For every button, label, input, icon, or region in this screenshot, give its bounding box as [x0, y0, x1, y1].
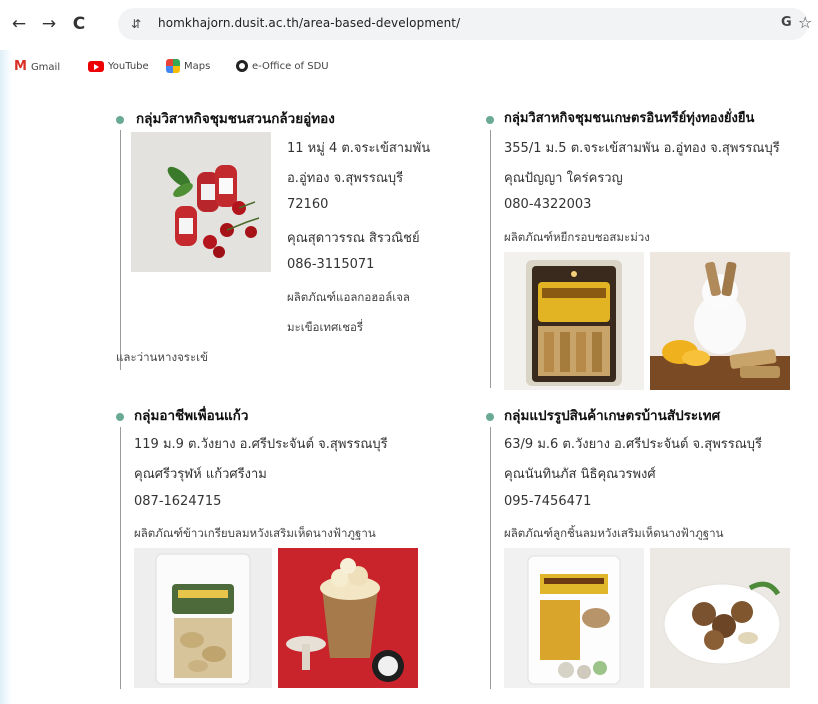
group-phone: 087-1624715 — [134, 494, 222, 509]
site-info-icon[interactable]: ⇵ — [128, 16, 144, 32]
group-contact-name: คุณปัญญา ใคร่ครวญ — [504, 171, 623, 186]
gmail-icon: M — [14, 59, 27, 74]
google-lens-icon[interactable]: G — [781, 15, 792, 30]
bookmark-eoffice[interactable]: e-Office of SDU — [236, 59, 329, 75]
bookmark-label: e-Office of SDU — [252, 61, 329, 72]
group-divider — [490, 130, 491, 388]
group-phone: 080-4322003 — [504, 197, 592, 212]
product-photo-mango-bag — [504, 252, 644, 390]
group-contact-name: คุณศรีวรุฬห์ แก้วศรีงาม — [134, 467, 267, 482]
url-text[interactable]: homkhajorn.dusit.ac.th/area-based-develo… — [158, 16, 460, 30]
group-title: กลุ่มอาชีพเพื่อนแก้ว — [134, 408, 249, 424]
group-product-line: มะเขือเทศเชอรี่ — [287, 320, 364, 334]
bookmarks-bar: M Gmail YouTube Maps e-Office of SDU — [0, 52, 818, 82]
group-address-line: 119 ม.9 ต.วังยาง อ.ศรีประจันต์ จ.สุพรรณบ… — [134, 437, 388, 452]
group-contact-name: คุณสุดาวรรณ สิรวณิชย์ — [287, 231, 420, 246]
group-title: กลุ่มวิสาหกิจชุมชนสวนกล้วยอู่ทอง — [136, 111, 335, 127]
group-contact-name: คุณนันทินภัส นิธิคุณวรพงศ์ — [504, 467, 656, 482]
product-photo-cracker-bag — [134, 548, 272, 688]
bookmark-label: Maps — [184, 61, 211, 72]
bullet-dot — [116, 413, 124, 421]
bookmark-youtube[interactable]: YouTube — [88, 59, 149, 75]
group-phone: 095-7456471 — [504, 494, 592, 509]
group-address-line: 11 หมู่ 4 ต.จระเข้สามพัน — [287, 141, 431, 156]
bullet-dot — [486, 116, 494, 124]
group-product-line: ผลิตภัณฑ์หยีกรอบชอสมะม่วง — [504, 230, 650, 244]
group-divider — [120, 427, 121, 689]
address-bar[interactable]: ⇵ homkhajorn.dusit.ac.th/area-based-deve… — [118, 8, 812, 40]
bullet-dot — [116, 116, 124, 124]
group-phone: 086-3115071 — [287, 257, 375, 272]
bookmark-gmail[interactable]: M Gmail — [14, 59, 60, 75]
product-photo-cracker-mushroom — [278, 548, 418, 688]
bookmark-label: YouTube — [108, 61, 149, 72]
reload-icon[interactable]: C — [68, 13, 90, 35]
youtube-icon — [88, 60, 104, 72]
forward-icon[interactable]: → — [38, 13, 60, 35]
group-address-line: อ.อู่ทอง จ.สุพรรณบุรี — [287, 171, 404, 186]
eoffice-icon — [236, 60, 248, 72]
page-left-glow — [0, 0, 12, 704]
bookmark-maps[interactable]: Maps — [166, 59, 210, 75]
group-postcode: 72160 — [287, 197, 329, 212]
maps-icon — [166, 59, 180, 73]
group-product-line: ผลิตภัณฑ์ข้าวเกรียบลมหวังเสริมเห็ดนางฟ้า… — [134, 526, 376, 540]
group-title: กลุ่มวิสาหกิจชุมชนเกษตรอินทรีย์ทุ่งทองยั… — [504, 111, 755, 126]
product-photo-sanitizer-tomato — [131, 132, 271, 272]
product-photo-mango-snack — [650, 252, 790, 390]
bookmark-star-icon[interactable]: ☆ — [798, 13, 812, 32]
product-photo-meatball-bag — [504, 548, 644, 688]
group-product-line: ผลิตภัณฑ์แอลกอฮอล์เจล — [287, 290, 410, 304]
bookmark-label: Gmail — [30, 62, 61, 73]
product-photo-meatball-plate — [650, 548, 790, 688]
bullet-dot — [486, 413, 494, 421]
group-title: กลุ่มแปรรูปสินค้าเกษตรบ้านสัประเทศ — [504, 408, 721, 424]
group-product-line: และว่านหางจระเข้ — [116, 350, 208, 364]
group-address-line: 355/1 ม.5 ต.จระเข้สามพัน อ.อู่ทอง จ.สุพร… — [504, 141, 780, 156]
group-divider — [120, 130, 121, 370]
browser-toolbar: ← → C ⇵ homkhajorn.dusit.ac.th/area-base… — [0, 0, 818, 50]
group-product-line: ผลิตภัณฑ์ลูกชิ้นลมหวังเสริมเห็ดนางฟ้าภูฐ… — [504, 526, 724, 540]
group-divider — [490, 427, 491, 689]
back-icon[interactable]: ← — [8, 13, 30, 35]
group-address-line: 63/9 ม.6 ต.วังยาง อ.ศรีประจันต์ จ.สุพรรณ… — [504, 437, 763, 452]
